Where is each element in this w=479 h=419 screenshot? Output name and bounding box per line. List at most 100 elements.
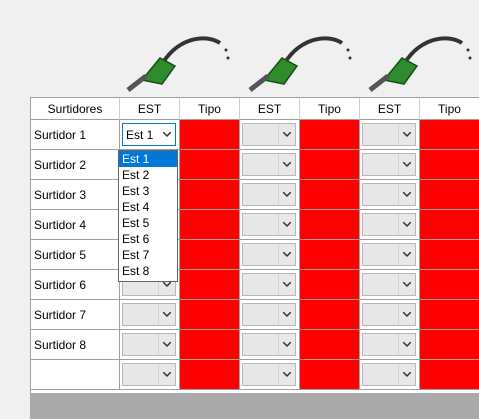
chevron-down-icon[interactable] (398, 214, 415, 235)
est-combobox[interactable] (122, 363, 176, 386)
tipo-cell[interactable] (180, 120, 240, 150)
row-label: Surtidor 8 (31, 330, 120, 360)
chevron-down-icon[interactable] (278, 184, 295, 205)
chevron-down-icon[interactable] (159, 124, 175, 145)
row-label: Surtidor 1 (31, 120, 120, 150)
est-combobox[interactable] (362, 213, 416, 236)
chevron-down-icon[interactable] (398, 154, 415, 175)
tipo-cell[interactable] (180, 180, 240, 210)
tipo-cell[interactable] (300, 210, 360, 240)
est-combobox[interactable] (242, 123, 296, 146)
tipo-cell[interactable] (420, 150, 479, 180)
est-cell (360, 360, 420, 390)
row-label: Surtidor 3 (31, 180, 120, 210)
est-cell (240, 120, 300, 150)
est-cell (360, 330, 420, 360)
dropdown-option[interactable]: Est 4 (119, 199, 177, 215)
est-cell (240, 330, 300, 360)
tipo-cell[interactable] (300, 240, 360, 270)
est-combobox[interactable] (242, 273, 296, 296)
row-label: Surtidor 4 (31, 210, 120, 240)
tipo-cell[interactable] (180, 270, 240, 300)
est-combobox[interactable] (242, 363, 296, 386)
header-est-2: EST (240, 98, 300, 120)
tipo-cell[interactable] (180, 210, 240, 240)
tipo-cell[interactable] (300, 180, 360, 210)
chevron-down-icon[interactable] (278, 334, 295, 355)
tipo-cell[interactable] (180, 240, 240, 270)
est-cell (120, 360, 180, 390)
tipo-cell[interactable] (300, 150, 360, 180)
est-combobox[interactable] (122, 303, 176, 326)
tipo-cell[interactable] (420, 300, 479, 330)
grid-bottom-area (30, 393, 479, 419)
est-combobox[interactable] (362, 303, 416, 326)
tipo-cell[interactable] (420, 360, 479, 390)
est-combobox[interactable] (122, 333, 176, 356)
chevron-down-icon[interactable] (278, 124, 295, 145)
est-combobox[interactable] (362, 273, 416, 296)
est-combobox[interactable] (362, 333, 416, 356)
tipo-cell[interactable] (180, 150, 240, 180)
tipo-cell[interactable] (420, 120, 479, 150)
fuel-nozzle-icon (126, 36, 230, 92)
est-combobox[interactable] (242, 243, 296, 266)
row-label (31, 360, 120, 390)
fuel-nozzle-icon (368, 36, 472, 92)
tipo-cell[interactable] (300, 300, 360, 330)
chevron-down-icon[interactable] (278, 154, 295, 175)
tipo-cell[interactable] (420, 240, 479, 270)
chevron-down-icon[interactable] (398, 244, 415, 265)
est-combobox[interactable]: Est 1 (122, 123, 176, 146)
est-cell (240, 240, 300, 270)
dropdown-option[interactable]: Est 8 (119, 263, 177, 279)
est-combobox[interactable] (362, 123, 416, 146)
tipo-cell[interactable] (420, 210, 479, 240)
chevron-down-icon[interactable] (398, 304, 415, 325)
tipo-cell[interactable] (420, 330, 479, 360)
est-combobox[interactable] (362, 363, 416, 386)
est-combobox[interactable] (362, 243, 416, 266)
chevron-down-icon[interactable] (278, 364, 295, 385)
tipo-cell[interactable] (300, 270, 360, 300)
est-dropdown-list[interactable]: Est 1 Est 2 Est 3 Est 4 Est 5 Est 6 Est … (118, 150, 178, 282)
dropdown-option[interactable]: Est 1 (119, 151, 177, 167)
tipo-cell[interactable] (180, 300, 240, 330)
row-label: Surtidor 5 (31, 240, 120, 270)
dropdown-option[interactable]: Est 3 (119, 183, 177, 199)
chevron-down-icon[interactable] (278, 304, 295, 325)
tipo-cell[interactable] (420, 180, 479, 210)
chevron-down-icon[interactable] (398, 274, 415, 295)
est-combobox[interactable] (242, 213, 296, 236)
chevron-down-icon[interactable] (158, 334, 175, 355)
tipo-cell[interactable] (420, 270, 479, 300)
tipo-cell[interactable] (180, 360, 240, 390)
chevron-down-icon[interactable] (158, 304, 175, 325)
header-tipo-2: Tipo (300, 98, 360, 120)
est-combobox[interactable] (242, 333, 296, 356)
est-combobox[interactable] (242, 303, 296, 326)
tipo-cell[interactable] (300, 360, 360, 390)
est-cell (240, 360, 300, 390)
dropdown-option[interactable]: Est 6 (119, 231, 177, 247)
chevron-down-icon[interactable] (278, 214, 295, 235)
chevron-down-icon[interactable] (278, 274, 295, 295)
surtidores-grid: Surtidores EST Tipo EST Tipo EST Tipo Su… (30, 97, 479, 394)
tipo-cell[interactable] (180, 330, 240, 360)
chevron-down-icon[interactable] (398, 124, 415, 145)
chevron-down-icon[interactable] (398, 184, 415, 205)
header-surtidores: Surtidores (31, 98, 120, 120)
est-combobox[interactable] (362, 183, 416, 206)
chevron-down-icon[interactable] (398, 364, 415, 385)
dropdown-option[interactable]: Est 7 (119, 247, 177, 263)
dropdown-option[interactable]: Est 2 (119, 167, 177, 183)
tipo-cell[interactable] (300, 120, 360, 150)
chevron-down-icon[interactable] (278, 244, 295, 265)
dropdown-option[interactable]: Est 5 (119, 215, 177, 231)
chevron-down-icon[interactable] (158, 364, 175, 385)
chevron-down-icon[interactable] (398, 334, 415, 355)
est-combobox[interactable] (242, 183, 296, 206)
est-combobox[interactable] (362, 153, 416, 176)
est-combobox[interactable] (242, 153, 296, 176)
tipo-cell[interactable] (300, 330, 360, 360)
